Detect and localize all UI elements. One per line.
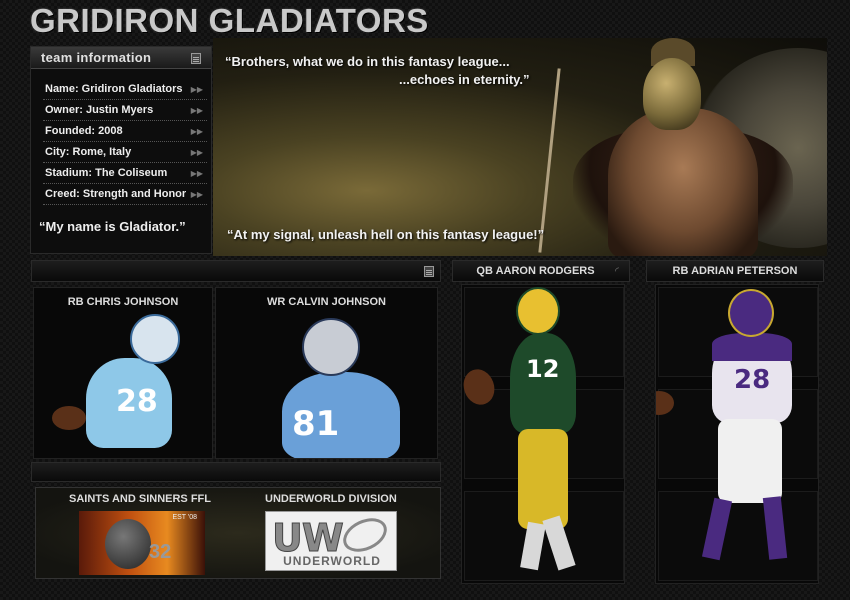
team-info-row-label: Name: Gridiron Gladiators — [45, 83, 183, 95]
document-icon[interactable] — [191, 53, 201, 64]
saints-sinners-logo[interactable]: EST '08 32 — [79, 511, 205, 575]
league-title-saints-sinners[interactable]: SAINTS AND SINNERS FFL — [69, 493, 211, 505]
spartan-helmet-illustration — [643, 58, 701, 130]
team-info-row-label: Stadium: The Coliseum — [45, 167, 168, 179]
double-arrow-icon: ▶▶ — [190, 127, 203, 136]
team-info-row-city[interactable]: City: Rome, Italy ▶▶ — [43, 144, 207, 163]
jersey-number: 12 — [526, 355, 560, 383]
player-helmet — [130, 314, 180, 364]
player-shoulders — [712, 333, 792, 361]
spear-illustration — [538, 68, 561, 253]
player-title: RB CHRIS JOHNSON — [67, 296, 179, 308]
player-title: WR CALVIN JOHNSON — [267, 296, 386, 308]
player-title: RB ADRIAN PETERSON — [672, 265, 798, 277]
player-card-calvin-johnson[interactable]: WR CALVIN JOHNSON 81 — [215, 287, 438, 459]
qb-section-header: QB AARON RODGERS ◜ — [452, 260, 630, 282]
team-info-row-founded[interactable]: Founded: 2008 ▶▶ — [43, 123, 207, 142]
jersey-number: 28 — [734, 365, 771, 395]
team-info-panel: team information Name: Gridiron Gladiato… — [30, 46, 212, 254]
team-info-row-label: Owner: Justin Myers — [45, 104, 154, 116]
player-card-aaron-rodgers[interactable]: 12 — [461, 284, 625, 584]
team-info-heading: team information — [41, 50, 152, 65]
site-title: GRIDIRON GLADIATORS — [30, 2, 429, 39]
logo-number: 32 — [149, 541, 172, 563]
football-illustration — [52, 406, 86, 430]
double-arrow-icon: ▶▶ — [190, 190, 203, 199]
jersey-number: 28 — [116, 384, 158, 419]
team-info-row-stadium[interactable]: Stadium: The Coliseum ▶▶ — [43, 165, 207, 184]
double-arrow-icon: ▶▶ — [190, 106, 203, 115]
leagues-panel: SAINTS AND SINNERS FFL UNDERWORLD DIVISI… — [35, 487, 441, 579]
player-helmet — [728, 289, 774, 337]
leagues-section-header — [31, 462, 441, 482]
team-info-row-owner[interactable]: Owner: Justin Myers ▶▶ — [43, 102, 207, 121]
team-info-header: team information — [31, 47, 211, 69]
player-card-chris-johnson[interactable]: RB CHRIS JOHNSON 28 — [33, 287, 213, 459]
logo-est-text: EST '08 — [172, 514, 197, 521]
player-pants — [518, 429, 568, 529]
player-pants — [718, 419, 782, 503]
jersey-number: 81 — [292, 404, 340, 444]
player-helmet — [516, 287, 560, 335]
document-icon[interactable] — [424, 266, 434, 277]
grid-cell — [658, 491, 818, 581]
players-section-header — [31, 260, 441, 282]
underworld-logo[interactable]: UW UNDERWORLD — [265, 511, 397, 571]
league-title-underworld[interactable]: UNDERWORLD DIVISION — [265, 493, 397, 505]
football-logo-icon — [337, 511, 393, 559]
player-head-illustration — [105, 519, 151, 569]
team-info-row-label: City: Rome, Italy — [45, 146, 132, 158]
team-motto: “My name is Gladiator.” — [39, 219, 186, 234]
hero-banner: “Brothers, what we do in this fantasy le… — [213, 38, 827, 256]
player-title: QB AARON RODGERS — [476, 265, 595, 277]
double-arrow-icon: ▶▶ — [190, 169, 203, 178]
banner-quote-line1: “Brothers, what we do in this fantasy le… — [225, 54, 510, 69]
banner-quote-bottom: “At my signal, unleash hell on this fant… — [227, 227, 545, 242]
team-info-row-name[interactable]: Name: Gridiron Gladiators ▶▶ — [43, 81, 207, 100]
double-arrow-icon: ▶▶ — [190, 85, 203, 94]
player-card-adrian-peterson[interactable]: 28 — [655, 284, 819, 584]
rss-icon[interactable]: ◜ — [615, 266, 619, 277]
player-jersey — [510, 333, 576, 433]
team-info-row-label: Founded: 2008 — [45, 125, 123, 137]
rb-section-header: RB ADRIAN PETERSON — [646, 260, 824, 282]
logo-word: UNDERWORLD — [283, 554, 381, 568]
player-helmet — [302, 318, 360, 376]
double-arrow-icon: ▶▶ — [190, 148, 203, 157]
warrior-illustration — [608, 108, 758, 256]
banner-quote-line2: ...echoes in eternity.” — [399, 72, 530, 87]
team-info-row-creed[interactable]: Creed: Strength and Honor ▶▶ — [43, 186, 207, 205]
team-info-row-label: Creed: Strength and Honor — [45, 188, 187, 200]
